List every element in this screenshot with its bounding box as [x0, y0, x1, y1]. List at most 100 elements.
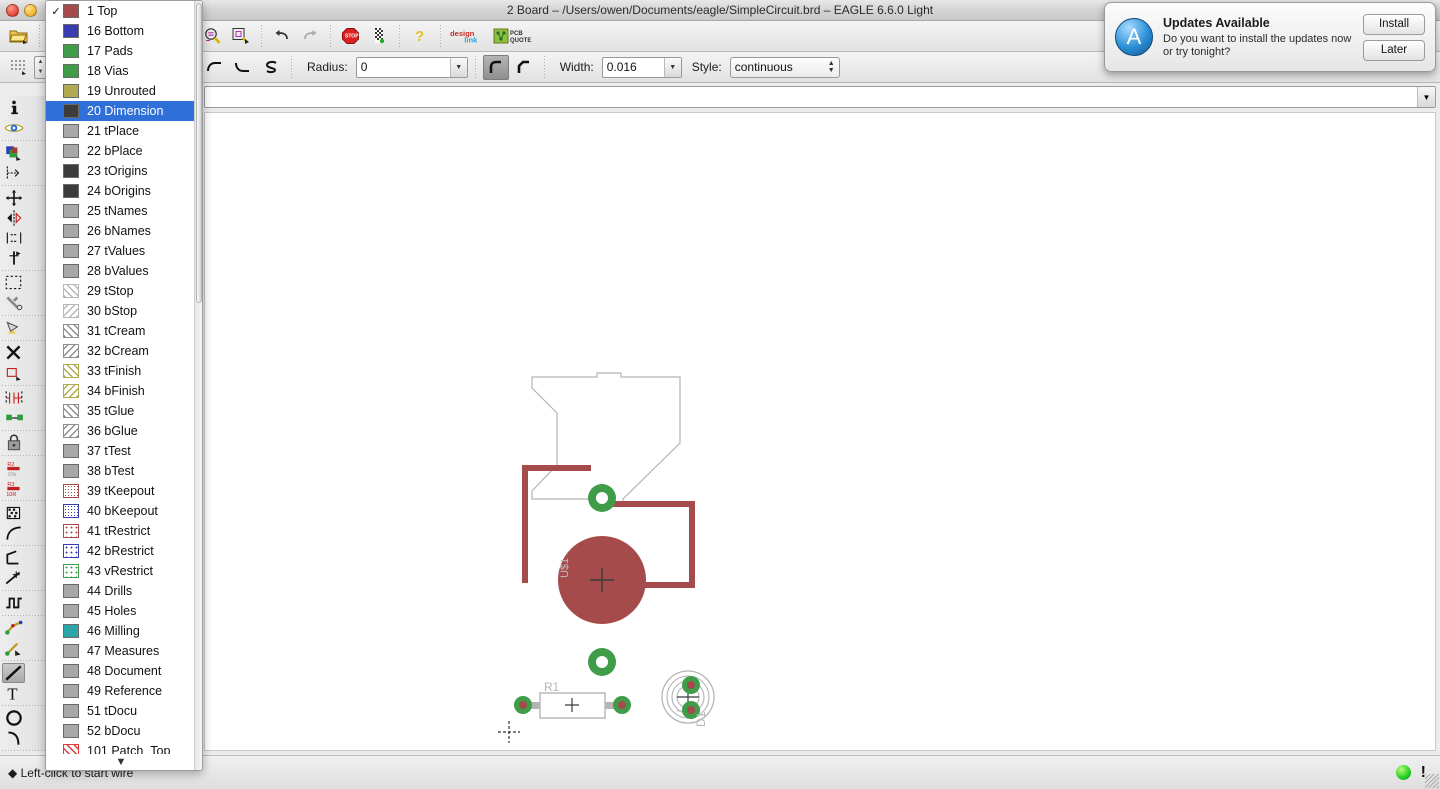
command-input[interactable]: [205, 88, 1410, 106]
component-d1[interactable]: D1: [661, 670, 715, 727]
replace-tool-button[interactable]: [2, 363, 25, 383]
layer-item-btest[interactable]: 38 bTest: [46, 461, 196, 481]
show-tool-button[interactable]: [2, 118, 25, 138]
arc-shape-tool-button[interactable]: [2, 728, 25, 748]
display-tool-button[interactable]: [2, 143, 25, 163]
change-tool-button[interactable]: [2, 248, 25, 268]
grid-button[interactable]: [6, 55, 32, 80]
smash-tool-button[interactable]: R3 10R: [2, 478, 25, 498]
bend-style-8-button[interactable]: [258, 55, 284, 80]
layer-item-tcream[interactable]: 31 tCream: [46, 321, 196, 341]
move-tool-button[interactable]: [2, 188, 25, 208]
info-tool-button[interactable]: [2, 98, 25, 118]
miter-tool-button[interactable]: [2, 548, 25, 568]
text-tool-button[interactable]: T: [2, 683, 25, 703]
layer-item-brestrict[interactable]: 42 bRestrict: [46, 541, 196, 561]
board-drawing[interactable]: U$1 R1 D1: [205, 113, 1437, 752]
layer-list[interactable]: ✓ 1 Top 16 Bottom 17 Pads 18 Vias 19 Unrouted…: [46, 1, 196, 770]
miter-cut-button[interactable]: [511, 55, 537, 80]
layer-dropdown-menu[interactable]: ✓ 1 Top 16 Bottom 17 Pads 18 Vias 19 Unrouted…: [45, 0, 203, 771]
signal-tool-button[interactable]: [2, 593, 25, 613]
install-button[interactable]: Install: [1363, 13, 1425, 35]
layer-item-trestrict[interactable]: 41 tRestrict: [46, 521, 196, 541]
wire-tool-button[interactable]: [2, 663, 25, 683]
design-link-button[interactable]: design link: [448, 24, 490, 49]
layer-item-dimension[interactable]: 20 Dimension: [46, 101, 196, 121]
scroll-down-arrow[interactable]: ▼: [46, 754, 196, 770]
chevron-down-icon[interactable]: ▼: [449, 57, 467, 77]
ripup-tool-button[interactable]: [2, 638, 25, 658]
via-lower[interactable]: [588, 648, 616, 676]
layer-item-drills[interactable]: 44 Drills: [46, 581, 196, 601]
later-button[interactable]: Later: [1363, 39, 1425, 61]
ratsnest-button[interactable]: [366, 24, 392, 49]
bend-style-6-button[interactable]: [202, 55, 228, 80]
layer-item-bvalues[interactable]: 28 bValues: [46, 261, 196, 281]
layer-item-borigins[interactable]: 24 bOrigins: [46, 181, 196, 201]
layer-item-torigins[interactable]: 23 tOrigins: [46, 161, 196, 181]
via-upper[interactable]: [588, 484, 616, 512]
component-r1[interactable]: R1: [514, 680, 631, 719]
layer-item-tfinish[interactable]: 33 tFinish: [46, 361, 196, 381]
group-tool-button[interactable]: [2, 273, 25, 293]
chevron-down-icon[interactable]: ▼: [663, 57, 681, 77]
layer-item-bottom[interactable]: 16 Bottom: [46, 21, 196, 41]
layer-item-unrouted[interactable]: 19 Unrouted: [46, 81, 196, 101]
layer-item-ttest[interactable]: 37 tTest: [46, 441, 196, 461]
lock-tool-button[interactable]: [2, 433, 25, 453]
layer-item-tnames[interactable]: 25 tNames: [46, 201, 196, 221]
circle-tool-button[interactable]: [2, 708, 25, 728]
layer-item-tglue[interactable]: 35 tGlue: [46, 401, 196, 421]
redo-button[interactable]: [297, 24, 323, 49]
pcb-layout-svg[interactable]: U$1 R1 D1: [205, 113, 1437, 752]
layer-item-bglue[interactable]: 36 bGlue: [46, 421, 196, 441]
update-notification[interactable]: A Updates Available Do you want to insta…: [1104, 2, 1436, 72]
chevron-down-icon[interactable]: ▼: [1417, 87, 1435, 107]
rotate-tool-button[interactable]: [2, 228, 25, 248]
mark-tool-button[interactable]: [2, 163, 25, 183]
layer-item-bnames[interactable]: 26 bNames: [46, 221, 196, 241]
layer-item-tvalues[interactable]: 27 tValues: [46, 241, 196, 261]
pcb-quote-button[interactable]: PCB QUOTE: [492, 24, 536, 49]
cut-tool-button[interactable]: [2, 293, 25, 313]
layer-item-holes[interactable]: 45 Holes: [46, 601, 196, 621]
radius-field[interactable]: 0 ▼: [355, 56, 468, 78]
layer-item-bdocu[interactable]: 52 bDocu: [46, 721, 196, 741]
layer-item-tstop[interactable]: 29 tStop: [46, 281, 196, 301]
style-select[interactable]: continuous ▲ ▼: [729, 56, 840, 78]
board-canvas[interactable]: U$1 R1 D1: [204, 112, 1436, 751]
miter-round-button[interactable]: [482, 54, 509, 80]
layer-item-bkeepout[interactable]: 40 bKeepout: [46, 501, 196, 521]
layer-item-bcream[interactable]: 32 bCream: [46, 341, 196, 361]
bend-style-7-button[interactable]: [230, 55, 256, 80]
meander-tool-button[interactable]: [2, 388, 25, 408]
stop-button[interactable]: STOP: [338, 24, 364, 49]
layer-item-milling[interactable]: 46 Milling: [46, 621, 196, 641]
layer-item-tdocu[interactable]: 51 tDocu: [46, 701, 196, 721]
scrollbar-thumb[interactable]: [196, 3, 202, 303]
menu-scrollbar[interactable]: [194, 1, 202, 770]
layer-item-reference[interactable]: 49 Reference: [46, 681, 196, 701]
resize-grip[interactable]: [1425, 774, 1439, 788]
undo-button[interactable]: [269, 24, 295, 49]
layer-item-document[interactable]: 48 Document: [46, 661, 196, 681]
delete-tool-button[interactable]: [2, 343, 25, 363]
arc-tool-button[interactable]: [2, 523, 25, 543]
name-tool-button[interactable]: [2, 408, 25, 428]
zoom-select-button[interactable]: [228, 24, 254, 49]
zoom-redraw-button[interactable]: [200, 24, 226, 49]
route-tool-button[interactable]: [2, 618, 25, 638]
command-line[interactable]: ▼: [204, 86, 1436, 108]
help-button[interactable]: ?: [407, 24, 433, 49]
layer-item-pads[interactable]: 17 Pads: [46, 41, 196, 61]
paste-tool-button[interactable]: [2, 318, 25, 338]
width-field[interactable]: 0.016 ▼: [601, 56, 682, 78]
split-tool-button[interactable]: [2, 568, 25, 588]
ratsnest-tool-button[interactable]: [2, 503, 25, 523]
layer-item-bstop[interactable]: 30 bStop: [46, 301, 196, 321]
layer-item-vias[interactable]: 18 Vias: [46, 61, 196, 81]
layer-item-bfinish[interactable]: 34 bFinish: [46, 381, 196, 401]
stepper-arrows-icon[interactable]: ▲ ▼: [828, 60, 835, 74]
mirror-tool-button[interactable]: [2, 208, 25, 228]
layer-item-tplace[interactable]: 21 tPlace: [46, 121, 196, 141]
